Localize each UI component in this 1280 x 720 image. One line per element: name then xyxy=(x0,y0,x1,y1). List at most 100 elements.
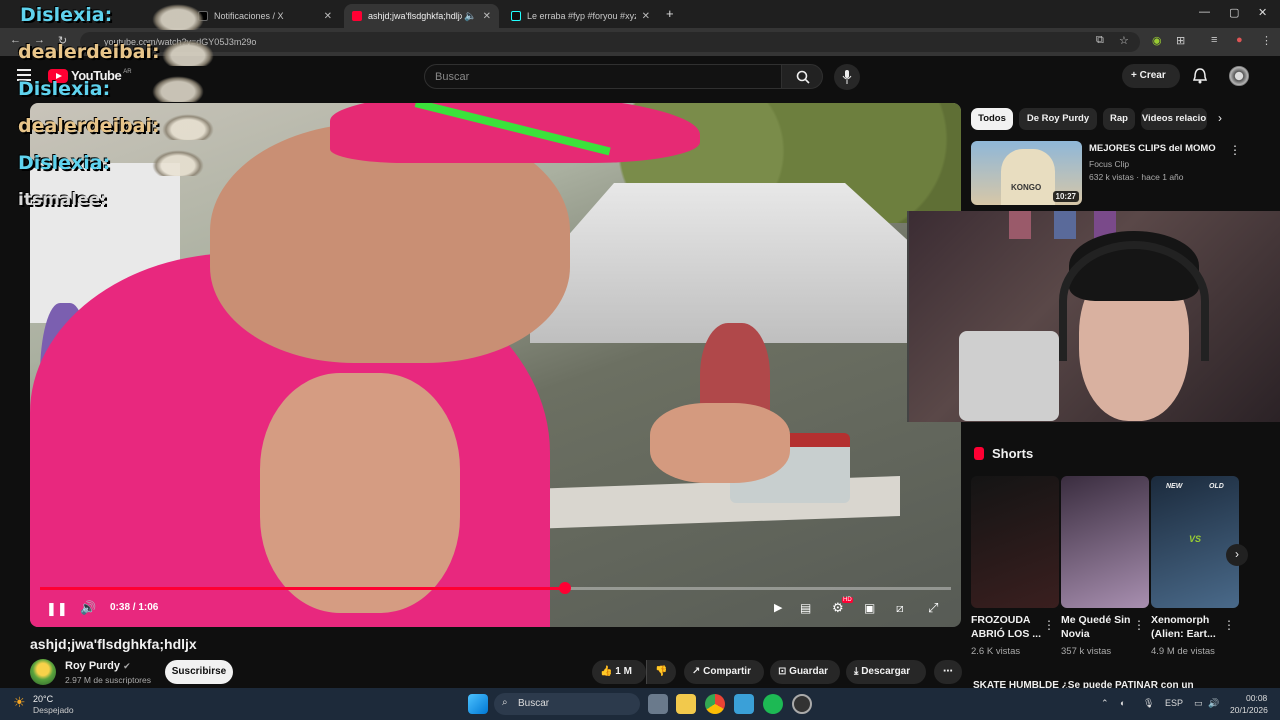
duration-badge: 10:27 xyxy=(1052,191,1079,202)
tray-app-icon[interactable]: ◐ xyxy=(1120,698,1125,708)
short-badge: VS xyxy=(1189,534,1202,544)
short-thumbnail[interactable]: NEW OLD VS xyxy=(1151,476,1239,608)
bookmark-star-icon[interactable]: ☆ xyxy=(1119,34,1129,47)
short-title[interactable]: FROZOUDA ABRIÓ LOS ... xyxy=(971,613,1047,641)
tray-chevron-icon[interactable]: ⌃ xyxy=(1101,698,1109,709)
shorts-next-button[interactable]: › xyxy=(1226,544,1248,566)
minimize-button[interactable]: — xyxy=(1199,6,1210,18)
wall-poster xyxy=(1054,211,1076,239)
close-tab-icon[interactable]: ✕ xyxy=(324,11,332,22)
spotify-icon[interactable] xyxy=(763,694,783,714)
taskbar-search[interactable]: ⌕ Buscar xyxy=(494,693,640,715)
app-icon[interactable] xyxy=(734,694,754,714)
autoplay-toggle-icon[interactable]: ▶ xyxy=(774,601,782,614)
chip-todos[interactable]: Todos xyxy=(971,108,1013,130)
more-options-icon[interactable]: ⋮ xyxy=(1043,618,1055,632)
notifications-bell-icon[interactable] xyxy=(1193,68,1207,84)
short-thumbnail[interactable] xyxy=(971,476,1059,608)
streamer-headset xyxy=(1059,241,1209,361)
short-thumbnail[interactable] xyxy=(1061,476,1149,608)
chip-rap[interactable]: Rap xyxy=(1103,108,1135,130)
country-code: AR xyxy=(123,68,132,75)
microphone-icon xyxy=(842,70,852,84)
subscriber-count: 2.97 M de suscriptores xyxy=(65,675,151,685)
task-view-icon[interactable] xyxy=(648,694,668,714)
more-options-icon[interactable]: ⋮ xyxy=(1133,618,1145,632)
clock-time[interactable]: 00:08 xyxy=(1246,693,1267,703)
hd-badge: HD xyxy=(842,597,853,603)
save-button[interactable]: ⊡ Guardar xyxy=(770,660,840,684)
save-label: Guardar xyxy=(789,666,829,677)
channel-avatar[interactable] xyxy=(30,659,56,685)
volume-icon[interactable]: 🔊 xyxy=(1208,698,1219,709)
shorts-heading-text: Shorts xyxy=(992,446,1034,461)
chat-username: Dislexia: xyxy=(18,78,111,100)
progress-bar[interactable] xyxy=(40,582,951,594)
create-button[interactable]: + Crear xyxy=(1122,64,1180,88)
chat-emote xyxy=(152,76,204,102)
chat-emote xyxy=(152,150,204,176)
maximize-button[interactable]: ▢ xyxy=(1229,6,1239,19)
taskbar-search-label: Buscar xyxy=(518,698,550,709)
subscribe-button[interactable]: Suscribirse xyxy=(165,660,233,684)
chip-de-roy-purdy[interactable]: De Roy Purdy xyxy=(1019,108,1097,130)
voice-search-button[interactable] xyxy=(834,64,860,90)
weather-temp[interactable]: 20°C xyxy=(33,694,53,704)
chip-videos-relacionados[interactable]: Videos relacio xyxy=(1141,108,1207,130)
language-indicator[interactable]: ESP xyxy=(1165,698,1183,708)
channel-name[interactable]: Roy Purdy ✔ xyxy=(65,660,131,672)
close-window-button[interactable]: ✕ xyxy=(1258,6,1267,19)
more-options-icon[interactable]: ⋮ xyxy=(1229,143,1241,157)
miniplayer-icon[interactable]: ▣ xyxy=(864,601,875,615)
weather-icon[interactable]: ☀ xyxy=(13,694,26,711)
volume-icon[interactable]: 🔊 xyxy=(80,600,96,616)
tray-mic-icon[interactable]: 🎙 xyxy=(1143,698,1154,709)
progress-scrubber[interactable] xyxy=(558,582,571,594)
download-button[interactable]: ⤓ Descargar xyxy=(846,660,926,684)
media-icon[interactable]: ≡ xyxy=(1211,34,1217,46)
chevron-right-icon[interactable]: › xyxy=(1218,111,1222,125)
short-title[interactable]: Xenomorph (Alien: Eart... xyxy=(1151,613,1227,641)
tab-notifications[interactable]: Notificaciones / X ✕ xyxy=(190,4,340,28)
windows-start-icon[interactable] xyxy=(468,694,488,714)
network-icon[interactable]: ▭ xyxy=(1194,698,1203,709)
progress-fill xyxy=(40,587,565,590)
install-icon[interactable]: ⧉ xyxy=(1096,34,1104,47)
speaker-icon[interactable]: 🔈 xyxy=(464,11,476,22)
recommended-thumbnail[interactable]: KONGO 10:27 xyxy=(971,141,1082,205)
chat-username: dealerdeibai: xyxy=(18,115,160,137)
short-title[interactable]: Me Quedé Sin Novia xyxy=(1061,613,1137,641)
file-explorer-icon[interactable] xyxy=(676,694,696,714)
recommended-title[interactable]: MEJORES CLIPS del MOMO xyxy=(1089,143,1216,154)
like-button[interactable]: 👍 1 M xyxy=(592,660,646,684)
puzzle-icon[interactable]: ⊞ xyxy=(1176,34,1185,47)
weather-desc[interactable]: Despejado xyxy=(33,705,74,715)
fullscreen-icon[interactable]: ⤢ xyxy=(928,600,938,616)
account-avatar[interactable] xyxy=(1229,66,1249,86)
app-icon[interactable] xyxy=(792,694,812,714)
more-actions-button[interactable]: ⋯ xyxy=(934,660,962,684)
cast-icon[interactable]: ⧄ xyxy=(896,601,904,616)
share-label: Compartir xyxy=(703,666,751,677)
close-tab-icon[interactable]: ✕ xyxy=(483,11,491,22)
menu-dots-icon[interactable]: ⋮ xyxy=(1261,34,1272,47)
extension-icon[interactable]: ◉ xyxy=(1152,34,1162,47)
chrome-icon[interactable] xyxy=(705,694,725,714)
profile-icon[interactable]: ● xyxy=(1236,34,1243,46)
share-button[interactable]: ↗ Compartir xyxy=(684,660,764,684)
subtitles-icon[interactable]: ▤ xyxy=(800,601,811,615)
screen: Notificaciones / X ✕ ashjd;jwa'flsdghkfa… xyxy=(0,0,1280,720)
video-player[interactable]: ❚❚ 🔊 0:38 / 1:06 ▶ ▤ ⚙ HD ▣ ⧄ ⤢ xyxy=(30,103,961,627)
search-button[interactable] xyxy=(781,64,823,89)
pause-icon[interactable]: ❚❚ xyxy=(46,601,68,617)
more-options-icon[interactable]: ⋮ xyxy=(1223,618,1235,632)
tab-youtube[interactable]: ashjd;jwa'flsdghkfa;hdljx - Y 🔈 ✕ xyxy=(344,4,499,28)
search-input[interactable]: Buscar xyxy=(424,64,782,89)
recommended-channel[interactable]: Focus Clip xyxy=(1089,159,1129,169)
clock-date[interactable]: 20/1/2026 xyxy=(1230,705,1268,715)
tab-tiktok[interactable]: Le erraba #fyp #foryou #xyzbca ✕ xyxy=(503,4,658,28)
url-field[interactable]: youtube.com/watch?v=dGY05J3m29o xyxy=(80,32,1140,52)
dislike-button[interactable]: 👎 xyxy=(646,660,676,684)
new-tab-button[interactable]: + xyxy=(666,6,674,21)
close-tab-icon[interactable]: ✕ xyxy=(642,11,650,22)
